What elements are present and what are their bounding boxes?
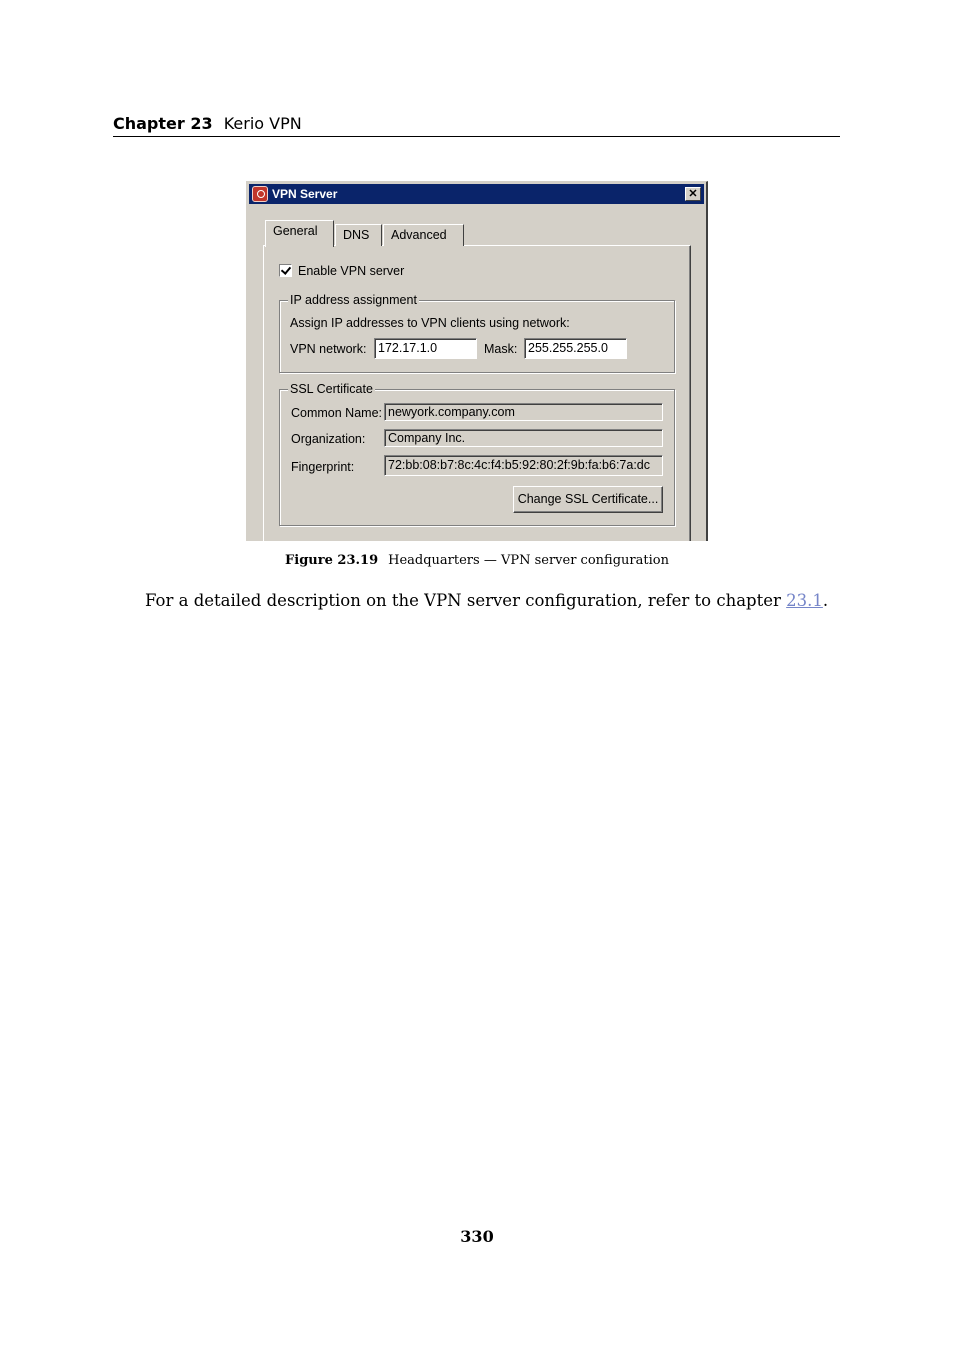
mask-label: Mask:: [484, 342, 518, 356]
organization-label: Organization:: [291, 432, 366, 446]
body-paragraph: For a detailed description on the VPN se…: [145, 590, 845, 612]
ip-assignment-group: IP address assignment: [279, 292, 675, 373]
change-ssl-certificate-button[interactable]: Change SSL Certificate...: [513, 486, 663, 513]
vpn-network-input[interactable]: 172.17.1.0: [374, 338, 477, 359]
figure-caption-text: Headquarters — VPN server configuration: [388, 553, 669, 568]
vpn-network-label: VPN network:: [290, 342, 367, 356]
enable-vpn-checkbox[interactable]: [279, 264, 292, 277]
common-name-field: newyork.company.com: [384, 403, 663, 421]
figure-caption: Figure 23.19 Headquarters — VPN server co…: [0, 553, 954, 568]
ip-assignment-description: Assign IP addresses to VPN clients using…: [290, 316, 570, 330]
page-number: 330: [460, 1227, 494, 1246]
figure-number: Figure 23.19: [285, 553, 379, 568]
chapter-label: Chapter 23: [113, 114, 213, 133]
organization-field: Company Inc.: [384, 429, 663, 447]
close-icon[interactable]: ✕: [685, 187, 701, 201]
dialog-titlebar[interactable]: VPN Server ✕: [249, 184, 704, 204]
enable-vpn-label: Enable VPN server: [298, 264, 405, 278]
fingerprint-field: 72:bb:08:b7:8c:4c:f4:b5:92:80:2f:9b:fa:b…: [384, 455, 663, 476]
tab-dns[interactable]: DNS: [335, 224, 382, 246]
body-text-before: For a detailed description on the VPN se…: [145, 591, 787, 610]
mask-input[interactable]: 255.255.255.0: [524, 338, 627, 359]
running-header: Chapter 23 Kerio VPN: [113, 114, 840, 137]
fingerprint-label: Fingerprint:: [291, 460, 355, 474]
body-text-after: .: [822, 591, 829, 610]
chapter-title: Kerio VPN: [223, 114, 302, 133]
dialog-title: VPN Server: [272, 187, 338, 201]
kerio-app-icon: [252, 186, 268, 202]
tab-advanced[interactable]: Advanced: [383, 224, 464, 246]
chapter-reference-link[interactable]: 23.1: [786, 591, 823, 610]
common-name-label: Common Name:: [291, 406, 382, 420]
ssl-certificate-legend: SSL Certificate: [288, 381, 375, 397]
tab-general[interactable]: General: [265, 220, 334, 247]
vpn-server-dialog: VPN Server ✕ General DNS Advanced Enable…: [246, 181, 708, 541]
ip-assignment-legend: IP address assignment: [288, 292, 419, 308]
enable-vpn-row[interactable]: Enable VPN server: [279, 264, 404, 280]
